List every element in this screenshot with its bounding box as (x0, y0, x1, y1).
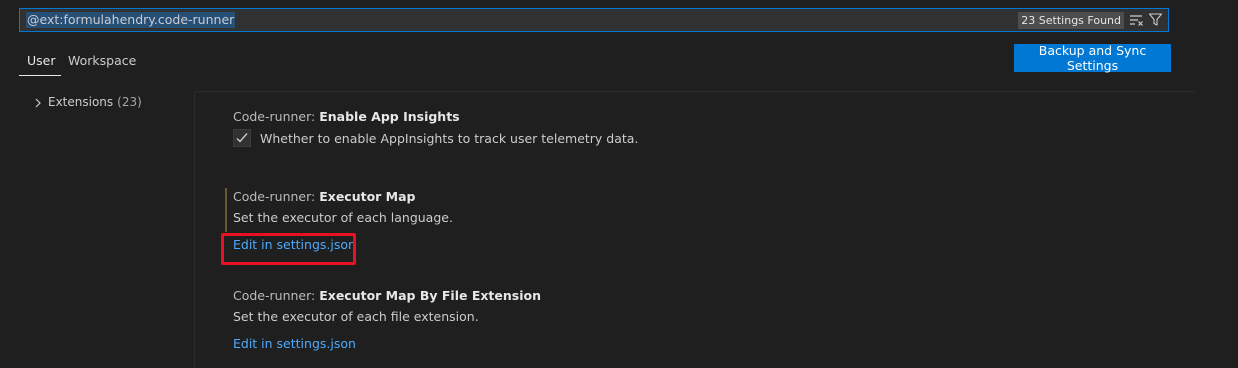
chevron-right-icon (33, 97, 43, 108)
search-input[interactable]: @ext:formulahendry.code-runner (26, 12, 236, 28)
setting-name: Enable App Insights (319, 109, 460, 124)
tab-workspace[interactable]: Workspace (68, 52, 136, 76)
header-divider (195, 91, 1195, 92)
highlight-box (221, 233, 356, 265)
setting-title: Code-runner: Enable App Insights (233, 109, 638, 124)
checkbox-description: Whether to enable AppInsights to track u… (260, 130, 639, 146)
setting-title: Code-runner: Executor Map (233, 189, 453, 204)
panel-divider (194, 92, 195, 368)
toc-item-label: Extensions (48, 95, 114, 109)
setting-category: Code-runner: (233, 189, 320, 204)
setting-description: Set the executor of each language. (233, 210, 453, 225)
checkmark-icon (236, 133, 248, 143)
enable-app-insights-checkbox[interactable] (233, 129, 251, 147)
setting-title: Code-runner: Executor Map By File Extens… (233, 288, 541, 303)
settings-search-box[interactable]: @ext:formulahendry.code-runner 23 Settin… (19, 8, 1169, 32)
backup-and-sync-button[interactable]: Backup and Sync Settings (1014, 43, 1171, 73)
setting-name: Executor Map (319, 189, 416, 204)
setting-category: Code-runner: (233, 288, 320, 303)
setting-executor-map-by-file-extension: Code-runner: Executor Map By File Extens… (233, 288, 541, 352)
setting-name: Executor Map By File Extension (319, 288, 541, 303)
toc-item-count: (23) (117, 95, 142, 109)
tab-user[interactable]: User (19, 52, 61, 76)
clear-filter-icon[interactable] (1129, 13, 1145, 27)
setting-description: Set the executor of each file extension. (233, 309, 479, 324)
modified-indicator (225, 188, 227, 232)
filter-icon[interactable] (1148, 12, 1163, 27)
toc-item-extensions[interactable]: Extensions (23) (33, 95, 142, 109)
edit-in-settings-json-link[interactable]: Edit in settings.json (233, 336, 356, 351)
settings-count-badge: 23 Settings Found (1018, 12, 1124, 29)
setting-enable-app-insights: Code-runner: Enable App Insights Whether… (233, 109, 638, 147)
setting-category: Code-runner: (233, 109, 320, 124)
